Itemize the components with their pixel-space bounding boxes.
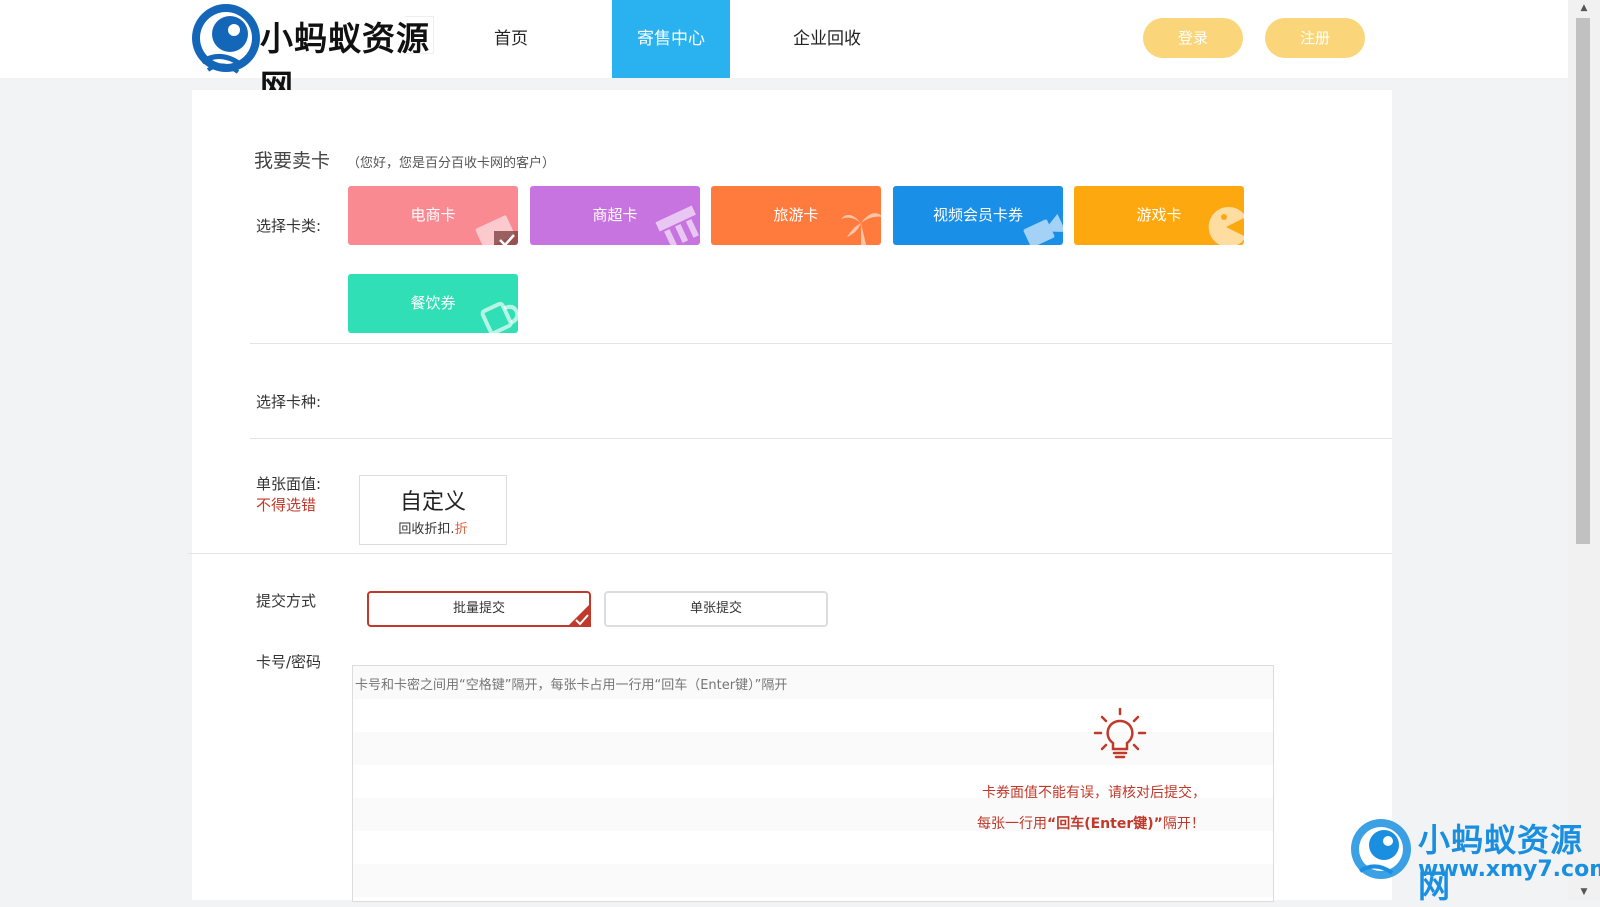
nav-consignment-center[interactable]: 寄售中心	[612, 0, 730, 78]
batch-submit-label: 批量提交	[452, 601, 505, 616]
logo-frame	[405, 16, 434, 54]
card-password-label: 卡号/密码	[256, 653, 322, 671]
store-awning-icon	[655, 205, 699, 245]
vertical-scrollbar[interactable]: ▲ ▼	[1568, 0, 1600, 900]
top-header: 小蚂蚁资源网 首页 寄售中心 企业回收 登录 注册	[0, 0, 1568, 106]
category-label: 餐饮券	[410, 294, 456, 312]
scroll-thumb[interactable]	[1576, 18, 1590, 544]
sell-card-panel: 我要卖卡 （您好，您是百分百收卡网的客户） 选择卡类: 电商卡 商超卡 旅游卡	[188, 90, 1392, 902]
card-type-label: 选择卡种:	[256, 393, 322, 411]
nav-enterprise-recycle[interactable]: 企业回收	[768, 0, 886, 78]
register-button[interactable]: 注册	[1265, 18, 1365, 58]
site-logo[interactable]: 小蚂蚁资源网	[190, 0, 440, 106]
category-game-card[interactable]: 游戏卡	[1074, 186, 1244, 245]
face-value-warning: 不得选错	[256, 496, 317, 514]
face-value-label: 单张面值:	[256, 475, 322, 493]
section-divider	[250, 438, 1392, 439]
palm-tree-icon	[841, 213, 881, 245]
category-label: 游戏卡	[1136, 206, 1182, 224]
category-label: 商超卡	[592, 206, 638, 224]
custom-face-value-option[interactable]: 自定义 回收折扣.折	[359, 475, 507, 545]
lightbulb-icon	[1093, 707, 1147, 759]
batch-submit-button[interactable]: 批量提交	[367, 591, 591, 627]
single-submit-label: 单张提交	[689, 601, 742, 616]
custom-option-title: 自定义	[399, 490, 466, 515]
card-category-label: 选择卡类:	[256, 217, 322, 235]
pacman-icon	[1208, 207, 1244, 245]
ant-logo-icon	[1351, 819, 1411, 879]
tip-line-2: 每张一行用“回车(Enter键)”隔开！	[977, 816, 1205, 832]
watermark: 小蚂蚁资源网 www.xmy7.com	[1348, 815, 1600, 905]
category-label: 视频会员卡券	[932, 206, 1023, 224]
nav-home[interactable]: 首页	[452, 0, 570, 78]
section-subtitle: （您好，您是百分百收卡网的客户）	[347, 156, 556, 171]
category-catering-card[interactable]: 餐饮券	[348, 274, 518, 333]
scroll-up-icon[interactable]: ▲	[1568, 0, 1600, 16]
section-divider	[188, 553, 1392, 554]
section-title: 我要卖卡	[254, 150, 331, 172]
single-submit-button[interactable]: 单张提交	[604, 591, 828, 627]
video-camera-icon	[1023, 213, 1063, 245]
tip-line-1: 卡券面值不能有误，请核对后提交，	[982, 785, 1206, 801]
category-ecommerce-card[interactable]: 电商卡	[348, 186, 518, 245]
watermark-url: www.xmy7.com	[1418, 857, 1600, 882]
category-travel-card[interactable]: 旅游卡	[711, 186, 881, 245]
ant-logo-icon	[192, 4, 260, 74]
coffee-cup-icon	[480, 301, 518, 333]
submit-method-label: 提交方式	[256, 592, 317, 610]
section-divider	[250, 343, 1392, 344]
category-supermarket-card[interactable]: 商超卡	[530, 186, 700, 245]
selected-check-icon	[567, 603, 591, 627]
custom-option-discount: 回收折扣.折	[398, 522, 468, 537]
login-button[interactable]: 登录	[1143, 18, 1243, 58]
category-video-membership-card[interactable]: 视频会员卡券	[893, 186, 1063, 245]
category-label: 电商卡	[410, 206, 456, 224]
ticket-icon	[475, 215, 518, 245]
category-label: 旅游卡	[773, 206, 819, 224]
